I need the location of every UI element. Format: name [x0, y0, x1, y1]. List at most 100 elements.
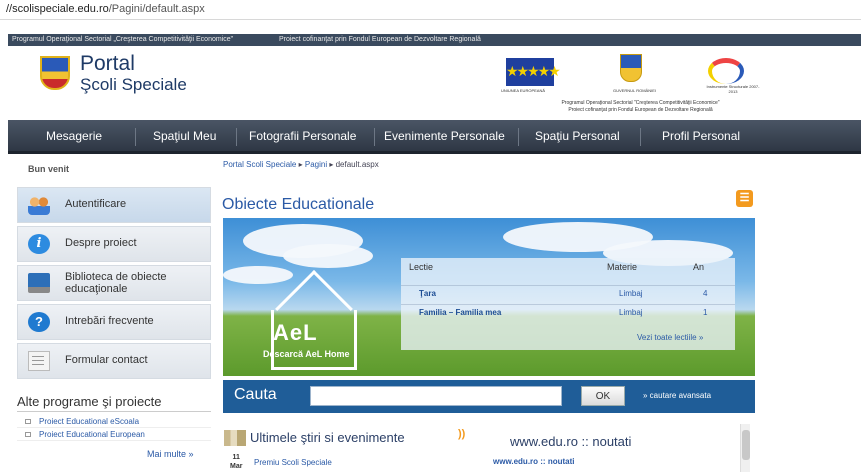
nav-spatiul-meu[interactable]: Spaţiul Meu: [153, 120, 216, 154]
news-item-link[interactable]: Premiu Scoli Speciale: [254, 458, 332, 467]
more-programs-link[interactable]: Mai multe »: [147, 449, 194, 459]
lesson-name[interactable]: Ţara: [419, 286, 436, 302]
advanced-search-link[interactable]: » cautare avansata: [643, 391, 711, 400]
form-icon: [28, 351, 50, 371]
structural-instruments-caption: Instrumente Structurale 2007-2013: [706, 84, 760, 94]
sidebar-item-intrebari-frecvente[interactable]: ? Intrebări frecvente: [17, 304, 211, 340]
program-strip-left: Programul Operaţional Sectorial „Creşter…: [12, 36, 233, 43]
welcome-text: Bun venit: [28, 164, 70, 174]
sidebar-item-label: Despre proiect: [65, 237, 137, 249]
government-caption: GUVERNUL ROMÂNIEI: [613, 88, 656, 93]
nav-mesagerie[interactable]: Mesagerie: [46, 120, 102, 154]
news-date: 11 Mar: [230, 453, 242, 471]
nav-separator: [640, 128, 641, 146]
objects-title: Obiecte Educationale: [222, 196, 375, 213]
sidebar-item-label: Autentificare: [65, 198, 127, 210]
download-ael-home-link[interactable]: Descarcă AeL Home: [263, 349, 350, 359]
search-input[interactable]: [310, 386, 562, 406]
portal-subtitle[interactable]: Şcoli Speciale: [80, 76, 187, 94]
portal-crest-logo[interactable]: [40, 56, 70, 90]
nav-separator: [518, 128, 519, 146]
nav-fotografii-personale[interactable]: Fotografii Personale: [249, 120, 356, 154]
sidebar-item-label: Formular contact: [65, 354, 148, 366]
address-host: //scolispeciale.edu.ro: [6, 3, 109, 15]
lesson-subject: Limbaj: [619, 289, 643, 298]
sidebar-item-formular-contact[interactable]: Formular contact: [17, 343, 211, 379]
eu-flag-logo: ★★★★★: [506, 58, 561, 86]
sidebar-item-despre-proiect[interactable]: i Despre proiect: [17, 226, 211, 262]
educational-objects-banner: AeL Descarcă AeL Home Lectie Materie An …: [223, 218, 755, 376]
all-lessons-link[interactable]: Vezi toate lectiile »: [637, 333, 703, 342]
users-icon: [28, 195, 50, 215]
other-program-link[interactable]: Proiect Educational eScoala: [17, 415, 211, 428]
rss-icon[interactable]: ☰: [736, 190, 753, 207]
nav-separator: [374, 128, 375, 146]
scrollbar-thumb[interactable]: [742, 430, 750, 460]
sidebar-item-label: Biblioteca de obiecte educaţionale: [65, 271, 167, 295]
nav-separator: [236, 128, 237, 146]
newspaper-icon: [224, 430, 246, 446]
scrollbar[interactable]: [740, 424, 750, 472]
lessons-table: Lectie Materie An Ţara Limbaj 4 Familia …: [401, 258, 735, 350]
other-programs-title: Alte programe şi proiecte: [17, 394, 162, 409]
search-label: Cauta: [234, 386, 277, 403]
other-programs-list: Proiect Educational eScoala Proiect Educ…: [17, 415, 211, 441]
breadcrumb-current: default.aspx: [335, 160, 379, 169]
nav-spatiu-personal[interactable]: Spaţiu Personal: [535, 120, 620, 154]
sidebar-item-autentificare[interactable]: Autentificare: [17, 187, 211, 223]
sidebar-item-label: Intrebări frecvente: [65, 315, 154, 327]
laptop-icon: [28, 273, 50, 293]
news-rss-icon[interactable]: )): [458, 428, 465, 440]
edu-news-title: www.edu.ro :: noutati: [510, 434, 632, 449]
divider: [17, 411, 211, 412]
all-lessons-label: Vezi toate lectiile: [637, 333, 697, 342]
lesson-year: 1: [703, 308, 708, 317]
nav-separator: [135, 128, 136, 146]
edu-news-link[interactable]: www.edu.ro :: noutati: [493, 457, 574, 466]
program-caption: Programul Operaţional Sectorial "Creşter…: [518, 100, 763, 114]
address-bar[interactable]: //scolispeciale.edu.ro/Pagini/default.as…: [0, 0, 861, 20]
column-header-subject: Materie: [607, 262, 638, 272]
site-header: Portal Şcoli Speciale ★★★★★ UNIUNEA EURO…: [8, 46, 861, 120]
table-row[interactable]: Ţara Limbaj 4: [401, 285, 735, 301]
news-title: Ultimele ştiri si evenimente: [250, 430, 405, 445]
column-header-year: An: [693, 262, 705, 272]
program-strip: Programul Operaţional Sectorial „Creşter…: [8, 34, 861, 46]
search-bar: Cauta OK » cautare avansata: [223, 380, 755, 413]
help-icon: ?: [28, 312, 50, 332]
program-caption-line1: Programul Operaţional Sectorial "Creşter…: [561, 100, 720, 106]
breadcrumb: Portal Scoli Speciale ▸ Pagini ▸ default…: [223, 160, 379, 169]
info-icon: i: [28, 234, 50, 254]
breadcrumb-section[interactable]: Pagini: [305, 160, 327, 169]
breadcrumb-root[interactable]: Portal Scoli Speciale: [223, 160, 296, 169]
bullet-icon: [25, 432, 31, 437]
lesson-name[interactable]: Familia – Familia mea: [419, 305, 501, 321]
eu-caption: UNIUNEA EUROPEANĂ: [501, 88, 546, 93]
lesson-year: 4: [703, 289, 708, 298]
chevron-right-icon: »: [698, 333, 704, 342]
nav-evenimente-personale[interactable]: Evenimente Personale: [384, 120, 505, 154]
other-program-label: Proiect Educational eScoala: [39, 417, 140, 426]
lesson-subject: Limbaj: [619, 308, 643, 317]
table-row[interactable]: Familia – Familia mea Limbaj 1: [401, 304, 735, 320]
search-ok-button[interactable]: OK: [581, 386, 625, 406]
news-month: Mar: [230, 463, 243, 470]
sidebar-item-biblioteca[interactable]: Biblioteca de obiecte educaţionale: [17, 265, 211, 301]
main-navigation: Mesagerie Spaţiul Meu Fotografii Persona…: [8, 120, 861, 154]
bullet-icon: [25, 419, 31, 424]
chevron-right-icon: »: [188, 449, 194, 459]
sidebar: Autentificare i Despre proiect Bibliotec…: [17, 187, 211, 382]
other-program-link[interactable]: Proiect Educational European: [17, 428, 211, 441]
news-day: 11: [232, 454, 240, 461]
other-program-label: Proiect Educational European: [39, 430, 145, 439]
portal-title[interactable]: Portal: [80, 53, 135, 74]
more-programs-label: Mai multe: [147, 449, 187, 459]
cloud-decoration: [283, 244, 373, 268]
program-caption-line2: Proiect cofinanţat prin Fondul European …: [568, 107, 713, 113]
program-strip-right: Proiect cofinanţat prin Fondul European …: [278, 36, 481, 43]
nav-profil-personal[interactable]: Profil Personal: [662, 120, 740, 154]
column-header-lesson: Lectie: [409, 262, 434, 272]
ael-logo[interactable]: AeL: [273, 320, 318, 346]
structural-instruments-logo: [708, 58, 744, 84]
address-path: /Pagini/default.aspx: [108, 3, 205, 15]
